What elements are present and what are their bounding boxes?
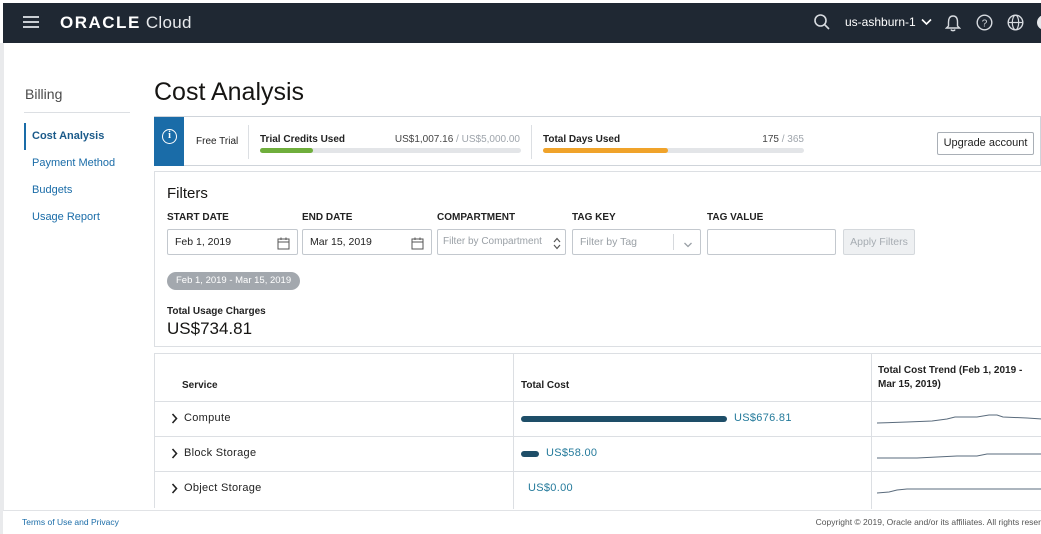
left-edge	[0, 43, 4, 534]
credits-used-value: US$1,007.16 / US$5,000.00	[374, 134, 520, 145]
days-used-value: 175 / 365	[714, 134, 804, 145]
sidebar-item-payment-method[interactable]: Payment Method	[24, 150, 132, 177]
copyright-text: Copyright © 2019, Oracle and/or its affi…	[815, 517, 1041, 527]
start-date-value: Feb 1, 2019	[175, 236, 232, 248]
user-avatar-icon[interactable]	[1036, 14, 1041, 34]
filters-heading: Filters	[167, 185, 208, 202]
cost-trend-column-header: Total Cost Trend (Feb 1, 2019 - Mar 15, …	[878, 364, 1022, 392]
sidebar-item-budgets[interactable]: Budgets	[24, 177, 132, 204]
top-navigation-bar: ORACLE Cloud us-ashburn-1 ?	[3, 3, 1041, 43]
page-footer: Terms of Use and Privacy Copyright © 201…	[3, 510, 1041, 534]
sidebar-title: Billing	[25, 86, 63, 102]
terms-privacy-link[interactable]: Terms of Use and Privacy	[22, 517, 119, 527]
calendar-icon[interactable]	[277, 235, 290, 259]
cost-value: US$58.00	[546, 447, 598, 459]
total-usage-charges-value: US$734.81	[167, 319, 253, 338]
days-used-label: Total Days Used	[543, 134, 621, 145]
chevron-right-icon[interactable]	[171, 483, 178, 497]
start-date-field[interactable]: Feb 1, 2019	[167, 229, 298, 255]
total-usage-charges-label: Total Usage Charges	[167, 306, 266, 317]
sidebar-item-usage-report[interactable]: Usage Report	[24, 204, 132, 231]
compartment-label: COMPARTMENT	[437, 212, 516, 223]
credits-total-amount: / US$5,000.00	[453, 134, 520, 145]
cost-trend-sparkline	[877, 414, 1041, 424]
total-cost-column-header: Total Cost	[521, 380, 570, 391]
table-row-object-storage[interactable]: Object Storage US$0.00	[155, 471, 1041, 506]
divider	[248, 125, 249, 159]
billing-sidebar: Billing Cost Analysis Payment Method Bud…	[24, 86, 132, 231]
service-column-header: Service	[182, 380, 218, 391]
cost-trend-sparkline	[877, 453, 1041, 459]
sidebar-item-cost-analysis[interactable]: Cost Analysis	[24, 123, 132, 150]
sidebar-divider	[24, 112, 130, 113]
page-title: Cost Analysis	[154, 78, 305, 106]
cost-bar	[521, 451, 539, 457]
cost-trend-sparkline	[877, 488, 1041, 494]
cost-trend-header-line1: Total Cost Trend (Feb 1, 2019 -	[878, 365, 1023, 376]
hamburger-menu-icon[interactable]	[23, 16, 39, 29]
tag-key-label: TAG KEY	[572, 212, 616, 223]
oracle-cloud-logo[interactable]: ORACLE Cloud	[60, 13, 192, 33]
bell-icon[interactable]	[944, 14, 962, 35]
calendar-icon[interactable]	[411, 235, 424, 259]
service-name: Block Storage	[184, 447, 257, 459]
table-row-compute[interactable]: Compute US$676.81	[155, 401, 1041, 436]
svg-text:?: ?	[982, 18, 988, 29]
date-range-chip: Feb 1, 2019 - Mar 15, 2019	[167, 272, 301, 290]
divider	[531, 125, 532, 159]
end-date-value: Mar 15, 2019	[310, 236, 372, 248]
info-strip: i	[154, 117, 184, 166]
apply-filters-button[interactable]: Apply Filters	[843, 229, 915, 255]
help-icon[interactable]: ?	[976, 14, 993, 34]
service-name: Compute	[184, 412, 231, 424]
days-progress-fill	[543, 148, 669, 153]
info-icon: i	[162, 129, 177, 144]
table-row-block-storage[interactable]: Block Storage US$58.00	[155, 436, 1041, 471]
credits-used-amount: US$1,007.16	[394, 134, 454, 145]
tag-key-placeholder: Filter by Tag	[580, 236, 637, 248]
days-total-amount: / 365	[778, 134, 804, 145]
days-used-amount: 175	[762, 134, 779, 145]
chevron-right-icon[interactable]	[171, 448, 178, 462]
end-date-label: END DATE	[302, 212, 353, 223]
credits-progress-bar	[260, 148, 521, 153]
free-trial-banner: i Free Trial Trial Credits Used US$1,007…	[154, 116, 1041, 166]
tag-key-select[interactable]: Filter by Tag	[572, 229, 701, 255]
end-date-field[interactable]: Mar 15, 2019	[302, 229, 432, 255]
chevron-down-icon	[921, 18, 932, 26]
logo-product: Cloud	[145, 13, 192, 32]
cost-value: US$676.81	[734, 412, 792, 424]
filters-panel: Filters START DATE Feb 1, 2019 END DATE …	[154, 171, 1041, 347]
cost-bar	[521, 416, 727, 422]
region-selector[interactable]: us-ashburn-1	[845, 15, 932, 29]
search-icon[interactable]	[813, 13, 831, 34]
start-date-label: START DATE	[167, 212, 229, 223]
globe-icon[interactable]	[1007, 14, 1024, 34]
cost-value: US$0.00	[528, 482, 573, 494]
compartment-select[interactable]: Filter by Compartment	[437, 229, 566, 255]
credits-progress-fill	[260, 148, 313, 153]
credits-used-label: Trial Credits Used	[260, 134, 346, 145]
compartment-placeholder: Filter by Compartment	[443, 236, 542, 247]
chevron-right-icon[interactable]	[171, 413, 178, 427]
cost-trend-header-line2: Mar 15, 2019)	[878, 379, 941, 390]
select-divider	[673, 234, 674, 250]
upgrade-account-button[interactable]: Upgrade account	[937, 132, 1034, 155]
chevron-down-icon	[683, 236, 693, 260]
region-label: us-ashburn-1	[845, 15, 916, 29]
logo-brand: ORACLE	[60, 13, 141, 32]
service-cost-table: Service Total Cost Total Cost Trend (Feb…	[154, 353, 1041, 509]
service-name: Object Storage	[184, 482, 262, 494]
tag-value-label: TAG VALUE	[707, 212, 764, 223]
sort-arrows-icon	[553, 236, 561, 260]
days-progress-bar	[543, 148, 804, 153]
free-trial-label: Free Trial	[196, 136, 239, 147]
tag-value-input[interactable]	[707, 229, 836, 255]
